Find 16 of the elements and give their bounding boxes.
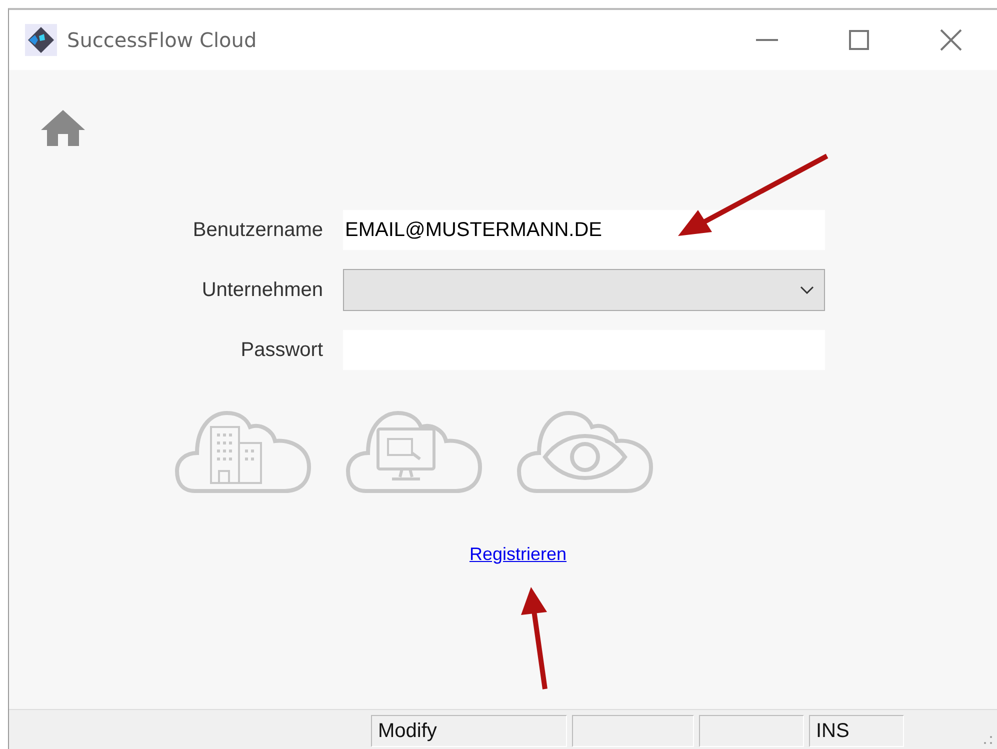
field-label: Benutzername bbox=[192, 218, 324, 243]
close-icon[interactable] bbox=[940, 29, 962, 51]
dropdown-field[interactable] bbox=[343, 269, 825, 311]
chevron-down-icon bbox=[800, 286, 814, 294]
resize-grip-icon[interactable] bbox=[983, 735, 993, 745]
maximize-icon[interactable] bbox=[849, 30, 869, 50]
register-link[interactable]: Registrieren bbox=[469, 541, 567, 568]
status-panel: INS bbox=[809, 715, 904, 747]
input-field[interactable]: EMAIL@MUSTERMANN.DE bbox=[343, 210, 825, 250]
minimize-icon[interactable] bbox=[756, 39, 778, 41]
field-label: Passwort bbox=[240, 338, 324, 363]
home-icon[interactable] bbox=[39, 108, 87, 148]
app-logo-icon bbox=[25, 24, 57, 56]
field-label: Unternehmen bbox=[200, 278, 324, 303]
window-title: SuccessFlow Cloud bbox=[67, 27, 257, 54]
status-panel: Modify bbox=[371, 715, 567, 747]
